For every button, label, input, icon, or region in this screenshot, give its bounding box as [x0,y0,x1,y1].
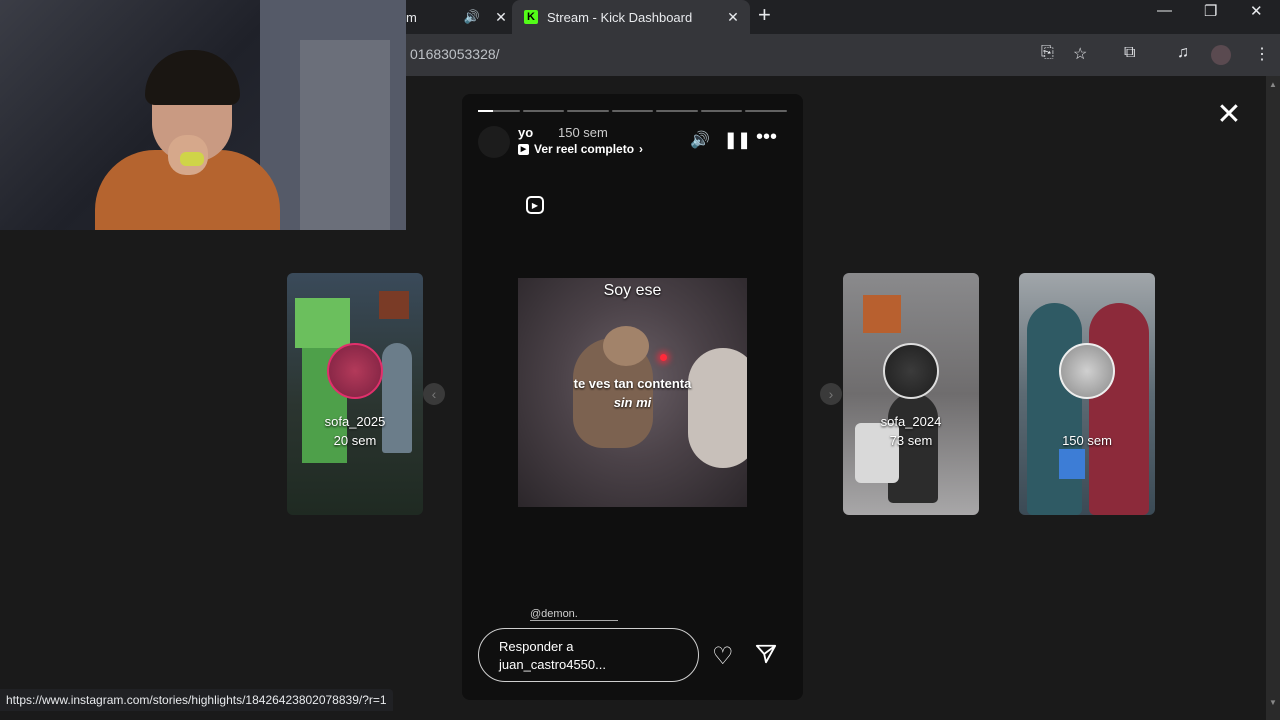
creeper-head [295,298,350,348]
mention-sticker[interactable]: @demon. [530,608,618,621]
preview-time: 20 sem [333,433,377,448]
tab-instagram[interactable]: m 🔊 ✕ [406,0,510,34]
close-tab-icon[interactable]: ✕ [492,9,510,26]
scrollbar[interactable]: ▲ ▼ [1266,76,1280,720]
minimize-icon[interactable]: — [1157,2,1172,19]
progress-segment [700,110,743,112]
reels-icon: ▶ [526,196,544,214]
progress-segment [522,110,565,112]
close-tab-icon[interactable]: ✕ [724,9,742,26]
new-tab-button[interactable]: + [758,2,771,28]
reply-placeholder-line2: juan_castro4550... [499,657,606,672]
sticker [1059,449,1085,479]
more-options-icon[interactable]: ••• [756,126,777,149]
preview-person [1027,303,1082,515]
scroll-down-icon[interactable]: ▼ [1269,698,1277,707]
tab-title: m [406,9,417,25]
webcam-door [300,40,390,230]
webcam-hair [145,50,240,105]
pause-icon[interactable]: ❚❚ [724,130,751,150]
story-avatar-ring [327,343,383,399]
active-story: yo 150 sem ▶ Ver reel completo › 🔊 ❚❚ ••… [462,94,803,700]
media-caption-top: Soy ese [603,282,662,299]
story-username[interactable]: yo [518,125,533,140]
preview-person [1089,303,1149,515]
sticker [379,291,409,319]
extensions-icon[interactable]: ⧉ [1124,44,1135,62]
tabby-cat-face [603,326,649,366]
preview-username: sofa_2024 [880,414,942,429]
preview-time: 73 sem [889,433,933,448]
laser-dot [660,354,667,361]
story-preview-third[interactable]: 150 sem [1019,273,1155,515]
story-time: 150 sem [558,125,608,140]
previous-story-icon[interactable]: ‹ [423,383,445,405]
preview-time: 150 sem [1062,433,1112,448]
heart-icon[interactable]: ♡ [712,642,734,671]
bookmark-star-icon[interactable]: ☆ [1073,44,1087,64]
media-caption-line2: sin mi [613,395,652,410]
status-bar-url: https://www.instagram.com/stories/highli… [0,689,393,711]
story-avatar-ring [1059,343,1115,399]
avatar[interactable] [478,126,510,158]
close-window-icon[interactable]: ✕ [1250,2,1263,20]
story-preview-sofa-2025[interactable]: sofa_2025 20 sem [287,273,423,515]
progress-segment [478,110,520,112]
close-stories-button[interactable]: ✕ [1213,100,1245,132]
media-caption-line1: te ves tan contenta [573,376,692,391]
url-text[interactable]: 01683053328/ [410,46,500,62]
sticker [863,295,901,333]
profile-avatar-icon[interactable] [1211,45,1231,65]
media-caption: te ves tan contenta sin mi [548,374,717,412]
play-icon: ▶ [518,143,529,155]
cube-prop [855,423,899,483]
story-progress-bar [478,110,788,112]
reply-input[interactable]: Responder a juan_castro4550... [478,628,699,682]
progress-segment [656,110,698,112]
tab-title: Stream - Kick Dashboard [547,9,693,25]
kick-logo-icon: K [524,10,538,24]
restore-icon[interactable]: ❐ [1204,2,1217,20]
chevron-right-icon: › [639,142,644,156]
volume-icon[interactable]: 🔊 [690,130,710,150]
tab-kick-dashboard[interactable]: K Stream - Kick Dashboard ✕ [512,0,750,34]
media-control-icon[interactable]: ♫ [1177,44,1189,62]
menu-kebab-icon[interactable]: ⋮ [1254,44,1270,64]
scroll-up-icon[interactable]: ▲ [1269,80,1277,89]
reel-link-label: Ver reel completo [534,142,635,156]
story-media: Soy ese te ves tan contenta sin mi [518,278,747,507]
speaker-icon[interactable]: 🔊 [464,9,480,25]
preview-username: sofa_2025 [324,414,386,429]
story-avatar-ring [883,343,939,399]
progress-segment [567,110,609,112]
progress-segment [745,110,788,112]
install-app-icon[interactable]: ⎘ [1041,44,1054,62]
send-icon[interactable] [755,643,777,665]
webcam-overlay [0,0,406,230]
story-preview-sofa-2024[interactable]: sofa_2024 73 sem [843,273,979,515]
progress-segment [611,110,654,112]
webcam-held-item [180,152,204,166]
story-header: yo 150 sem ▶ Ver reel completo › 🔊 ❚❚ ••… [478,124,787,160]
reply-placeholder-line1: Responder a [499,639,574,654]
next-story-icon[interactable]: › [820,383,842,405]
view-full-reel-link[interactable]: ▶ Ver reel completo › [518,142,643,156]
